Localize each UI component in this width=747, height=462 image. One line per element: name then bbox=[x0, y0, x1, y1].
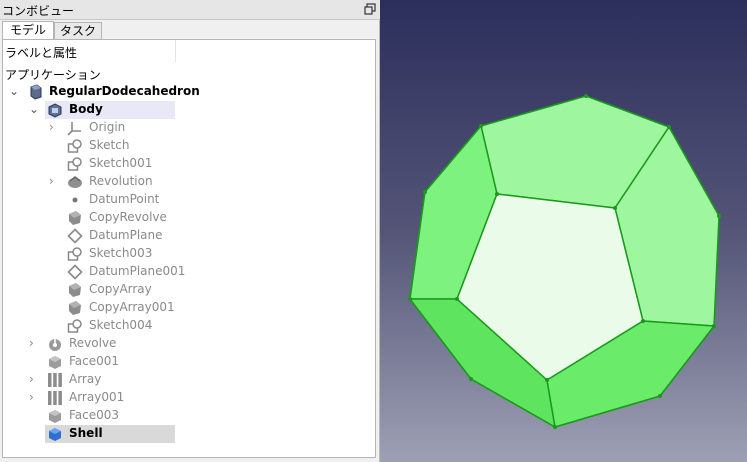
tree-item-label: Origin bbox=[89, 120, 126, 134]
tree-item-datumplane001[interactable]: DatumPlane001 bbox=[3, 263, 375, 281]
tree-item-origin[interactable]: › Origin bbox=[3, 119, 375, 137]
tree-item-face003[interactable]: Face003 bbox=[3, 407, 375, 425]
tree-item-array[interactable]: › Array bbox=[3, 371, 375, 389]
tree-item-sketch003[interactable]: Sketch003 bbox=[3, 245, 375, 263]
tree-item-sketch001[interactable]: Sketch001 bbox=[3, 155, 375, 173]
tree-item-label: Body bbox=[69, 102, 103, 116]
tree-item-label: CopyArray bbox=[89, 282, 152, 296]
chevron-right-icon[interactable]: › bbox=[49, 120, 61, 134]
tree-item-shell[interactable]: Shell bbox=[3, 425, 375, 443]
tree-item-revolution[interactable]: › Revolution bbox=[3, 173, 375, 191]
chevron-right-icon[interactable]: › bbox=[49, 174, 61, 188]
combo-view-titlebar: コンボビュー bbox=[0, 0, 380, 20]
solid-copy-icon bbox=[69, 211, 81, 225]
document-icon bbox=[30, 84, 42, 100]
axes-icon bbox=[67, 122, 81, 136]
shell-icon bbox=[49, 428, 61, 441]
chevron-down-icon[interactable]: ⌄ bbox=[29, 102, 41, 116]
array-icon bbox=[48, 373, 62, 387]
array-icon bbox=[48, 391, 62, 405]
tree-item-label: Sketch bbox=[89, 138, 130, 152]
tree-item-copyarray001[interactable]: CopyArray001 bbox=[3, 299, 375, 317]
sketch-icon bbox=[67, 247, 82, 261]
solid-copy-icon bbox=[69, 301, 81, 315]
model-tree-panel: ラベルと属性 アプリケーション ⌄ RegularDodecahedron ⌄ … bbox=[2, 39, 376, 458]
tree-item-label: Array001 bbox=[69, 390, 125, 404]
tree-item-regulardodecahedron[interactable]: ⌄ RegularDodecahedron bbox=[3, 83, 375, 101]
datum-plane-icon bbox=[67, 264, 83, 280]
tree-item-label: DatumPoint bbox=[89, 192, 160, 206]
tree-item-label: CopyArray001 bbox=[89, 300, 175, 314]
tree-item-label: Array bbox=[69, 372, 102, 386]
sketch-icon bbox=[67, 139, 82, 153]
tree-item-revolve[interactable]: › Revolve bbox=[3, 335, 375, 353]
tree-item-label: Sketch004 bbox=[89, 318, 153, 332]
application-header: アプリケーション bbox=[5, 68, 101, 82]
tree-item-label: Revolve bbox=[69, 336, 117, 350]
tree-item-datumpoint[interactable]: DatumPoint bbox=[3, 191, 375, 209]
body-icon bbox=[48, 103, 62, 118]
tree-item-label: Shell bbox=[69, 426, 103, 440]
tree-item-label: Sketch003 bbox=[89, 246, 153, 260]
sketch-icon bbox=[67, 319, 82, 333]
chevron-right-icon[interactable]: › bbox=[29, 372, 41, 386]
tree-item-body[interactable]: ⌄ Body bbox=[3, 101, 375, 119]
tree-item-datumplane[interactable]: DatumPlane bbox=[3, 227, 375, 245]
tree-item-sketch[interactable]: Sketch bbox=[3, 137, 375, 155]
solid-copy-icon bbox=[69, 283, 81, 297]
tree-item-copyarray[interactable]: CopyArray bbox=[3, 281, 375, 299]
face-icon bbox=[49, 356, 61, 369]
chevron-right-icon[interactable]: › bbox=[29, 336, 41, 350]
tree-item-label: DatumPlane bbox=[89, 228, 163, 242]
tree-item-face001[interactable]: Face001 bbox=[3, 353, 375, 371]
chevron-right-icon[interactable]: › bbox=[29, 390, 41, 404]
labels-attributes-header[interactable]: ラベルと属性 bbox=[5, 44, 77, 61]
tab-model[interactable]: モデル bbox=[2, 21, 54, 40]
combo-view-title: コンボビュー bbox=[2, 4, 75, 18]
3d-viewport[interactable] bbox=[380, 0, 747, 462]
revolve-icon bbox=[49, 339, 61, 351]
tree-item-label: RegularDodecahedron bbox=[49, 84, 200, 98]
face-icon bbox=[49, 410, 61, 423]
sketch-icon bbox=[67, 157, 82, 171]
float-panel-icon[interactable] bbox=[364, 3, 376, 15]
revolution-icon bbox=[68, 176, 82, 188]
tree-item-sketch004[interactable]: Sketch004 bbox=[3, 317, 375, 335]
chevron-down-icon[interactable]: ⌄ bbox=[9, 84, 21, 98]
tree-item-label: CopyRevolve bbox=[89, 210, 167, 224]
tree-item-label: DatumPlane001 bbox=[89, 264, 186, 278]
dodecahedron-model[interactable] bbox=[380, 0, 747, 462]
combo-tabbar: モデル タスク bbox=[0, 20, 380, 40]
tab-task[interactable]: タスク bbox=[54, 22, 102, 40]
tree-item-label: Face003 bbox=[69, 408, 120, 422]
selection-highlight bbox=[45, 101, 175, 119]
tree-item-array001[interactable]: › Array001 bbox=[3, 389, 375, 407]
datum-point-icon bbox=[72, 197, 78, 203]
datum-plane-icon bbox=[67, 228, 83, 244]
tree-item-label: Sketch001 bbox=[89, 156, 153, 170]
selection-highlight bbox=[45, 425, 175, 443]
combo-view-panel: コンボビュー モデル タスク ラベルと属性 アプリケーション ⌄ Regular… bbox=[0, 0, 380, 462]
tree-item-label: Revolution bbox=[89, 174, 153, 188]
header-divider bbox=[175, 40, 176, 62]
tree-item-label: Face001 bbox=[69, 354, 120, 368]
tree-item-copyrevolve[interactable]: CopyRevolve bbox=[3, 209, 375, 227]
